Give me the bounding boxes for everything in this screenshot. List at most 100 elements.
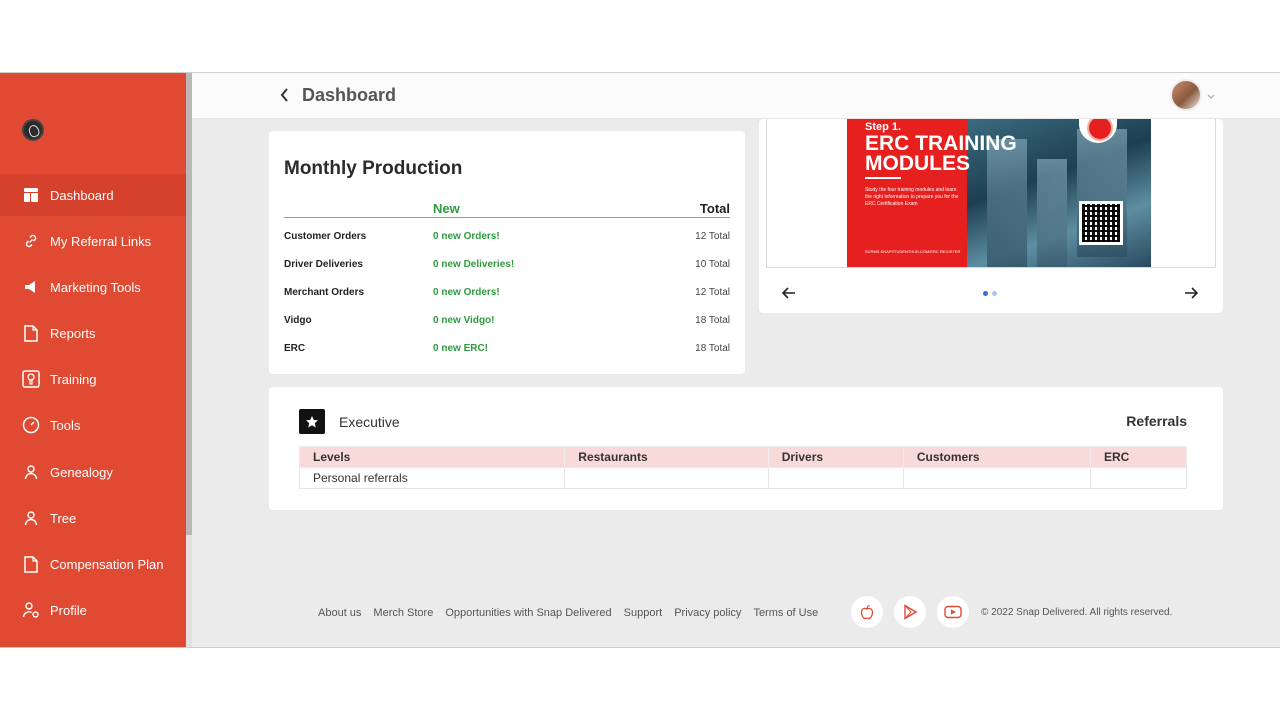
footer-links: About us Merch Store Opportunities with … [318,598,830,628]
footer-link-about[interactable]: About us [318,607,361,619]
production-new: 0 new Orders! [433,287,500,298]
sidebar-item-label: Compensation Plan [50,557,164,572]
executive-card: Executive Referrals Levels Restaurants D… [269,387,1223,510]
erc-training-poster[interactable]: Step 1. ERC TRAINING MODULES Study the f… [847,119,1151,267]
link-icon [22,232,40,250]
column-header: Restaurants [564,446,769,468]
poster-url: SCRMS.SNAPSTUDENTHUB.COM/ERC REGISTER [865,249,961,254]
sidebar: Dashboard My Referral Links Marketing To… [0,73,186,647]
brand-logo[interactable] [22,119,44,141]
header: Dashboard [192,73,1280,119]
sidebar-item-genealogy[interactable]: Genealogy [0,451,186,493]
scrollbar-thumb[interactable] [186,73,192,535]
app-window: Dashboard My Referral Links Marketing To… [0,72,1280,648]
play-store-icon[interactable] [894,596,926,628]
training-carousel: Step 1. ERC TRAINING MODULES Study the f… [759,119,1223,313]
poster-title: ERC TRAINING MODULES [865,132,1017,175]
sidebar-item-label: My Referral Links [50,234,152,249]
production-row: Customer Orders 0 new Orders! 12 Total [284,227,730,247]
production-total: 18 Total [695,343,730,354]
training-icon [22,370,40,388]
arrow-right-icon[interactable] [1183,285,1199,301]
building-shape [1037,159,1067,267]
monthly-production-card: Monthly Production New Total Customer Or… [269,131,745,374]
production-new: 0 new ERC! [433,343,489,354]
carousel-slide-frame: Step 1. ERC TRAINING MODULES Study the f… [766,119,1216,268]
sidebar-item-label: Tree [50,511,77,526]
sidebar-scrollbar[interactable] [186,73,192,647]
qr-code-icon [1079,201,1123,245]
production-name: ERC [284,343,306,354]
sidebar-item-compensation-plan[interactable]: Compensation Plan [0,543,186,585]
footer-link-support[interactable]: Support [624,607,663,619]
sidebar-item-marketing-tools[interactable]: Marketing Tools [0,266,186,308]
referrals-label: Referrals [1126,413,1187,429]
sidebar-item-label: Reports [50,326,96,341]
production-new: 0 new Deliveries! [433,259,515,270]
sidebar-item-profile[interactable]: Profile [0,589,186,631]
column-header: Customers [902,446,1091,468]
carousel-dot[interactable] [992,291,997,296]
chevron-down-icon[interactable] [1206,89,1216,99]
document-icon [22,324,40,342]
table-cell [564,467,769,489]
carousel-dot-active[interactable] [983,291,988,296]
poster-body: Study the four training modules and lear… [865,187,959,207]
column-header: Levels [298,446,566,468]
column-header-new: New [433,201,460,216]
table-cell [767,467,904,489]
avatar[interactable] [1170,79,1202,111]
table-row: Personal referrals [298,467,1188,489]
production-new: 0 new Vidgo! [433,315,495,326]
profile-gear-icon [22,601,40,619]
sidebar-item-label: Profile [50,603,87,618]
production-total: 12 Total [695,231,730,242]
sidebar-item-label: Genealogy [50,465,113,480]
youtube-icon[interactable] [937,596,969,628]
sidebar-item-label: Training [50,372,97,387]
production-total: 18 Total [695,315,730,326]
sidebar-item-referral-links[interactable]: My Referral Links [0,220,186,262]
column-header-total: Total [699,201,730,216]
sidebar-item-tree[interactable]: Tree [0,497,186,539]
dashboard-icon [22,186,40,204]
person-icon [22,463,40,481]
table-header-row: Levels Restaurants Drivers Customers ERC [298,446,1188,468]
sidebar-item-reports[interactable]: Reports [0,312,186,354]
poster-underline [865,177,901,179]
chevron-left-icon[interactable] [278,86,292,104]
production-name: Merchant Orders [284,287,365,298]
sidebar-item-dashboard[interactable]: Dashboard [0,174,186,216]
footer-link-terms[interactable]: Terms of Use [753,607,818,619]
copyright-text: © 2022 Snap Delivered. All rights reserv… [981,607,1173,618]
gauge-icon [22,416,40,434]
executive-title: Executive [339,414,400,430]
sidebar-item-label: Dashboard [50,188,114,203]
production-name: Vidgo [284,315,312,326]
column-header: ERC [1089,446,1188,468]
page-title: Dashboard [302,85,397,105]
sidebar-item-tools[interactable]: Tools [0,404,186,446]
sidebar-item-label: Marketing Tools [50,280,141,295]
production-total: 12 Total [695,287,730,298]
arrow-left-icon[interactable] [781,285,797,301]
production-name: Customer Orders [284,231,367,242]
production-row: Merchant Orders 0 new Orders! 12 Total [284,283,730,303]
divider [284,217,730,218]
production-total: 10 Total [695,259,730,270]
document-icon [22,555,40,573]
production-row: ERC 0 new ERC! 18 Total [284,339,730,359]
table-cell [1089,467,1188,489]
column-header: Drivers [767,446,904,468]
apple-icon[interactable] [851,596,883,628]
footer-link-opportunities[interactable]: Opportunities with Snap Delivered [445,607,611,619]
footer-link-merch[interactable]: Merch Store [373,607,433,619]
sidebar-item-training[interactable]: Training [0,358,186,400]
production-name: Driver Deliveries [284,259,363,270]
table-cell: Personal referrals [298,467,566,489]
person-icon [22,509,40,527]
footer-link-privacy[interactable]: Privacy policy [674,607,741,619]
megaphone-icon [22,278,40,296]
star-icon [299,409,325,434]
production-new: 0 new Orders! [433,231,500,242]
